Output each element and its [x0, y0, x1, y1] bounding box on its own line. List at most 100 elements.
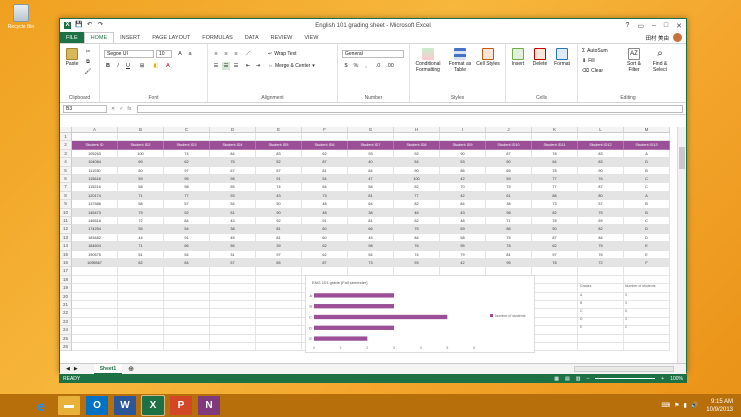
cell[interactable]: 55 [118, 225, 164, 234]
cell[interactable] [118, 275, 164, 285]
cell[interactable] [578, 326, 624, 335]
cell[interactable]: 90 [394, 166, 440, 175]
zoom-out-icon[interactable]: – [587, 376, 590, 382]
cell[interactable]: 48 [302, 200, 348, 209]
autosum-button[interactable]: Σ AutoSum [582, 48, 608, 54]
cell[interactable]: 38 [348, 208, 394, 217]
word-icon[interactable]: W [114, 396, 136, 415]
cell[interactable] [532, 133, 578, 142]
cancel-icon[interactable]: ✕ [111, 106, 115, 112]
cell[interactable]: 74 [164, 149, 210, 159]
cell[interactable]: 75 [486, 233, 532, 243]
cell[interactable]: 65 [486, 166, 532, 175]
cell[interactable] [486, 133, 532, 142]
cell[interactable]: 92 [394, 149, 440, 159]
horizontal-scrollbar[interactable] [574, 366, 674, 372]
cell[interactable]: 57 [164, 200, 210, 209]
cell[interactable]: B [624, 200, 670, 209]
align-right-icon[interactable]: ☰ [232, 62, 240, 70]
cell[interactable]: 54 [302, 175, 348, 184]
cell[interactable] [118, 326, 164, 335]
increase-indent-icon[interactable]: ⇥ [254, 62, 262, 70]
cell[interactable]: 62 [532, 242, 578, 251]
cell[interactable] [164, 301, 210, 310]
cell[interactable]: B [624, 208, 670, 217]
cell[interactable]: 137586 [72, 200, 118, 209]
keyboard-icon[interactable]: ⌨ [661, 402, 670, 409]
cell[interactable]: 1095567 [72, 259, 118, 268]
cell[interactable]: 73 [348, 259, 394, 268]
cell[interactable]: 67 [210, 166, 256, 175]
cell[interactable] [532, 326, 578, 335]
cell[interactable] [578, 301, 624, 310]
next-sheet-icon[interactable]: ▶ [74, 366, 78, 372]
row-header[interactable]: 15 [60, 250, 72, 259]
cell[interactable] [210, 284, 256, 293]
cell[interactable]: 82 [578, 225, 624, 234]
cell[interactable]: 74 [394, 250, 440, 259]
cell[interactable]: 73 [532, 200, 578, 209]
cell[interactable]: 69 [118, 158, 164, 167]
cell[interactable] [256, 334, 302, 343]
format-button[interactable]: Format [552, 48, 572, 67]
tab-review[interactable]: REVIEW [265, 32, 299, 43]
delete-button[interactable]: Delete [530, 48, 550, 67]
cell[interactable] [164, 343, 210, 352]
cell[interactable]: 75 [578, 208, 624, 217]
cell[interactable]: 87 [302, 259, 348, 268]
cell[interactable]: 86 [486, 225, 532, 234]
align-middle-icon[interactable]: ≡ [222, 50, 230, 58]
cell[interactable]: Student ID3 [164, 141, 210, 150]
cell[interactable]: 69 [578, 217, 624, 226]
cell[interactable]: 100 [394, 175, 440, 184]
cell[interactable]: Student ID [72, 141, 118, 150]
cell[interactable]: 39 [256, 242, 302, 251]
cell[interactable] [624, 326, 670, 335]
cell[interactable] [624, 267, 670, 276]
spreadsheet-grid[interactable]: A B C D E F G H I J K L M 1 2 Student ID Student ID2 Stud… [60, 127, 678, 363]
sort-filter-button[interactable]: AZ Sort & Filter [622, 48, 646, 73]
cell[interactable]: Student ID12 [578, 141, 624, 150]
cell[interactable] [256, 133, 302, 142]
tab-view[interactable]: VIEW [298, 32, 324, 43]
cell[interactable]: 84 [440, 200, 486, 209]
cell[interactable] [624, 301, 670, 310]
file-explorer-icon[interactable]: ▬ [58, 396, 80, 415]
cell[interactable]: 48 [440, 217, 486, 226]
cell[interactable] [210, 292, 256, 301]
cell[interactable] [532, 301, 578, 310]
cell[interactable]: 54 [348, 250, 394, 259]
cell[interactable] [578, 343, 624, 352]
recycle-bin-icon[interactable]: Recycle Bin [6, 4, 36, 30]
cell[interactable] [302, 133, 348, 142]
cell[interactable]: 111030 [72, 166, 118, 175]
cell[interactable]: 71 [118, 191, 164, 201]
cell[interactable] [118, 267, 164, 276]
cell[interactable]: 105263 [72, 149, 118, 159]
cell[interactable]: 104064 [72, 158, 118, 167]
prev-sheet-icon[interactable]: ◀ [66, 366, 70, 372]
cell[interactable]: 120174 [72, 191, 118, 201]
cell[interactable]: Student ID13 [624, 141, 670, 150]
cell[interactable] [578, 267, 624, 276]
cell[interactable]: 82 [532, 208, 578, 217]
row-header[interactable]: 16 [60, 259, 72, 268]
cell[interactable] [578, 309, 624, 318]
cell[interactable]: 184604 [72, 242, 118, 251]
cell[interactable]: D [624, 225, 670, 234]
cell[interactable]: 62 [302, 242, 348, 251]
cell[interactable]: 59 [440, 225, 486, 234]
cell[interactable]: 57 [256, 166, 302, 175]
bar-A[interactable] [314, 293, 394, 298]
cell[interactable]: 62 [164, 158, 210, 167]
cell[interactable]: D [624, 233, 670, 243]
cell[interactable]: 95 [164, 175, 210, 184]
cell[interactable] [72, 133, 118, 142]
number-format-select[interactable]: General [342, 50, 404, 58]
cell[interactable]: A [624, 191, 670, 201]
decrease-indent-icon[interactable]: ⇤ [244, 62, 252, 70]
cell[interactable] [72, 317, 118, 327]
cell[interactable]: 76 [578, 250, 624, 259]
font-size-select[interactable]: 10 [156, 50, 172, 58]
cell[interactable]: 59 [118, 175, 164, 184]
